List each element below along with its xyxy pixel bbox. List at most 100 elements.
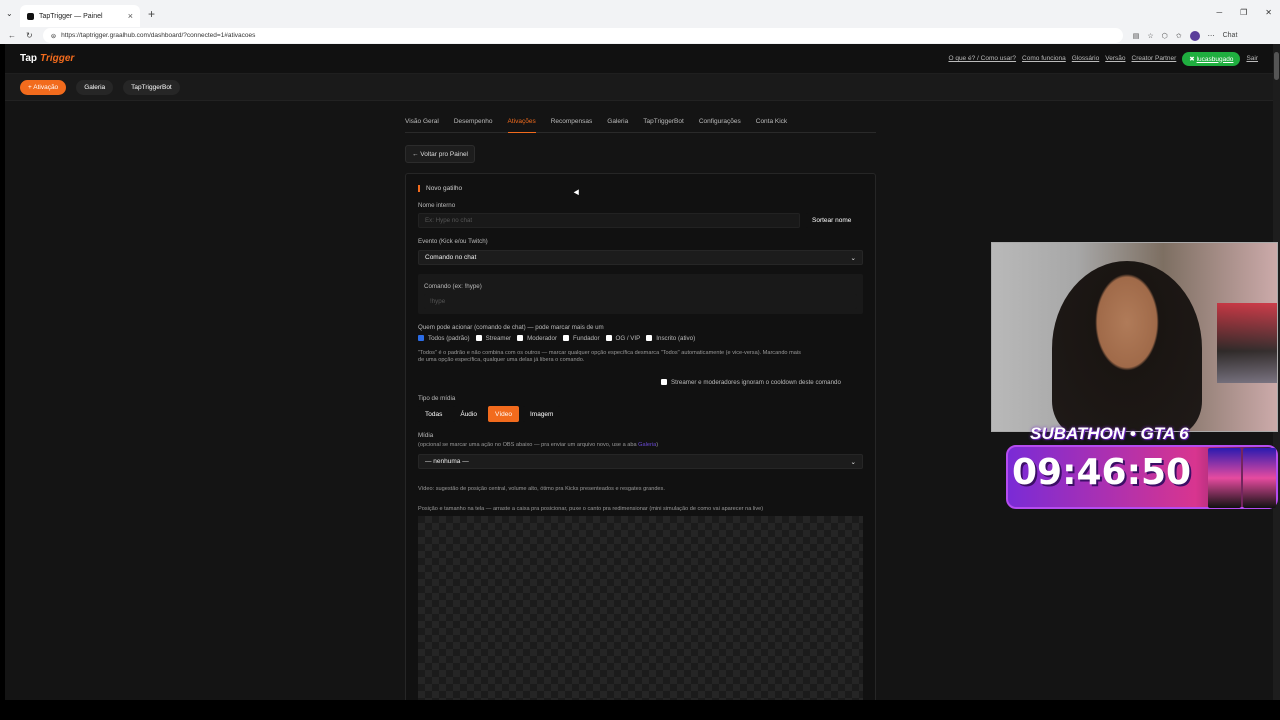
role-all[interactable]: Todos (padrão) xyxy=(418,335,470,342)
name-input[interactable]: Ex: Hype no chat xyxy=(418,213,800,228)
role-streamer[interactable]: Streamer xyxy=(475,335,512,342)
command-input[interactable]: !hype xyxy=(424,294,857,309)
roles-help-line-2: de uma opção específica, qualquer uma de… xyxy=(418,357,585,363)
minimize-icon[interactable]: ─ xyxy=(1216,8,1222,17)
new-trigger-card: Novo gatilho Nome interno Ex: Hype no ch… xyxy=(405,173,876,700)
tab-activations[interactable]: Ativações xyxy=(507,116,536,133)
site-info-icon[interactable]: ⊜ xyxy=(51,32,56,40)
who-label: Quem pode acionar (comando de chat) — po… xyxy=(418,324,604,331)
roles-help-line-1: "Todos" é o padrão e não combina com os … xyxy=(418,350,801,356)
new-activation-button[interactable]: + Ativação xyxy=(20,79,67,95)
url-text: https://taptrigger.graalhub.com/dashboar… xyxy=(61,32,256,39)
card-title: Novo gatilho xyxy=(418,185,462,192)
header-links: O que é? / Como usar? Como funciona Glos… xyxy=(948,51,1258,66)
media-type-buttons: Todas Áudio Vídeo Imagem xyxy=(418,406,561,422)
cooldown-label: Streamer e moderadores ignoram o cooldow… xyxy=(671,379,841,386)
link-creator-partner[interactable]: Creator Partner xyxy=(1132,55,1177,62)
media-help-text: (opcional se marcar uma ação no OBS abai… xyxy=(418,442,637,448)
link-version[interactable]: Versão xyxy=(1105,55,1125,62)
checkbox-icon[interactable] xyxy=(661,379,667,386)
close-tab-icon[interactable]: × xyxy=(128,11,133,21)
gallery-button[interactable]: Galeria xyxy=(76,79,114,95)
game-covers xyxy=(1208,448,1276,508)
role-label: Streamer xyxy=(485,335,512,342)
role-label: Fundador xyxy=(573,335,600,342)
browser-tab[interactable]: TapTrigger — Painel × xyxy=(20,5,140,27)
close-window-icon[interactable]: ✕ xyxy=(1265,8,1272,17)
new-tab-icon[interactable]: + xyxy=(148,7,155,21)
browser-actions: ▤ ☆ ⬡ ✩ ⋯ Chat xyxy=(1133,30,1238,41)
checkbox-icon[interactable] xyxy=(646,335,653,342)
media-audio-button[interactable]: Áudio xyxy=(453,406,484,422)
tab-bot[interactable]: TapTriggerBot xyxy=(643,116,684,133)
chat-label[interactable]: Chat xyxy=(1223,32,1238,39)
address-bar-row: ← ↻ ⊜ https://taptrigger.graalhub.com/da… xyxy=(0,27,1280,44)
sub-navigation: + Ativação Galeria TapTriggerBot xyxy=(5,74,1273,101)
link-how-it-works[interactable]: Como funciona xyxy=(1022,55,1066,62)
window-controls: ─ ❐ ✕ xyxy=(1216,8,1272,17)
chevron-down-icon: ⌄ xyxy=(850,458,856,466)
tab-title: TapTrigger — Painel xyxy=(39,12,103,20)
bot-button[interactable]: TapTriggerBot xyxy=(123,79,180,95)
role-label: Moderador xyxy=(527,335,558,342)
tab-settings[interactable]: Configurações xyxy=(699,116,741,133)
profile-avatar[interactable] xyxy=(1189,30,1200,41)
checkbox-icon[interactable] xyxy=(605,335,612,342)
webcam-overlay xyxy=(991,242,1278,432)
scrollbar-thumb[interactable] xyxy=(1274,52,1279,80)
media-all-button[interactable]: Todas xyxy=(418,406,450,422)
link-glossary[interactable]: Glossário xyxy=(1072,55,1099,62)
tab-gallery[interactable]: Galeria xyxy=(607,116,628,133)
address-bar[interactable]: ⊜ https://taptrigger.graalhub.com/dashbo… xyxy=(42,28,1123,43)
reader-icon[interactable]: ▤ xyxy=(1133,32,1140,40)
event-select[interactable]: Comando no chat ⌄ xyxy=(418,250,863,265)
game-cover-image xyxy=(1208,448,1241,508)
checkbox-checked-icon[interactable] xyxy=(418,335,424,342)
link-about[interactable]: O que é? / Como usar? xyxy=(948,55,1016,62)
media-select[interactable]: — nenhuma — ⌄ xyxy=(418,454,863,469)
role-founder[interactable]: Fundador xyxy=(563,335,600,342)
menu-icon[interactable]: ⋯ xyxy=(1208,32,1215,40)
cooldown-option[interactable]: Streamer e moderadores ignoram o cooldow… xyxy=(661,379,841,386)
subathon-timer: 09:46:50 xyxy=(1012,452,1192,493)
video-hint: Vídeo: sugestão de posição central, volu… xyxy=(418,486,665,492)
logo[interactable]: Tap Trigger xyxy=(20,53,74,64)
streamer-figure xyxy=(1052,261,1202,431)
favorites-icon[interactable]: ✩ xyxy=(1176,32,1182,40)
back-icon[interactable]: ← xyxy=(8,31,16,40)
name-label: Nome interno xyxy=(418,202,456,209)
gallery-link[interactable]: Galeria xyxy=(638,442,656,448)
restore-icon[interactable]: ❐ xyxy=(1240,8,1247,17)
tab-kick-account[interactable]: Conta Kick xyxy=(756,116,787,133)
back-to-panel-button[interactable]: ← Voltar pro Painel xyxy=(405,145,476,163)
tab-performance[interactable]: Desempenho xyxy=(454,116,493,133)
media-image-button[interactable]: Imagem xyxy=(522,406,561,422)
checkbox-icon[interactable] xyxy=(475,335,482,342)
random-name-button[interactable]: Sortear nome xyxy=(806,213,858,228)
role-label: Inscrito (ativo) xyxy=(656,335,696,342)
media-video-button[interactable]: Vídeo xyxy=(487,406,519,422)
position-preview-canvas[interactable] xyxy=(418,516,863,700)
role-og-vip[interactable]: OG / VIP xyxy=(605,335,640,342)
checkbox-icon[interactable] xyxy=(517,335,524,342)
role-subscriber[interactable]: Inscrito (ativo) xyxy=(646,335,695,342)
logout-link[interactable]: Sair xyxy=(1246,55,1258,62)
user-badge[interactable]: ✖ lucasbugado xyxy=(1182,51,1241,66)
role-checkboxes: Todos (padrão) Streamer Moderador Fundad… xyxy=(418,335,695,342)
reload-icon[interactable]: ↻ xyxy=(26,31,33,40)
checkbox-icon[interactable] xyxy=(563,335,570,342)
browser-chrome: ⌄ TapTrigger — Painel × + ─ ❐ ✕ ← ↻ ⊜ ht… xyxy=(0,0,1280,44)
tab-overview[interactable]: Visão Geral xyxy=(405,116,439,133)
extensions-icon[interactable]: ⬡ xyxy=(1162,32,1168,40)
media-type-label: Tipo de mídia xyxy=(418,395,456,402)
media-label: Mídia xyxy=(418,432,434,439)
logo-accent: Trigger xyxy=(40,53,75,64)
tab-search-icon[interactable]: ⌄ xyxy=(6,9,20,18)
tab-bar: ⌄ TapTrigger — Painel × + xyxy=(0,0,1280,27)
star-icon[interactable]: ☆ xyxy=(1147,32,1153,40)
tab-rewards[interactable]: Recompensas xyxy=(551,116,593,133)
favicon-icon xyxy=(27,12,34,20)
role-moderator[interactable]: Moderador xyxy=(517,335,557,342)
media-value: — nenhuma — xyxy=(425,458,469,465)
dashboard-tabs: Visão Geral Desempenho Ativações Recompe… xyxy=(405,116,876,133)
